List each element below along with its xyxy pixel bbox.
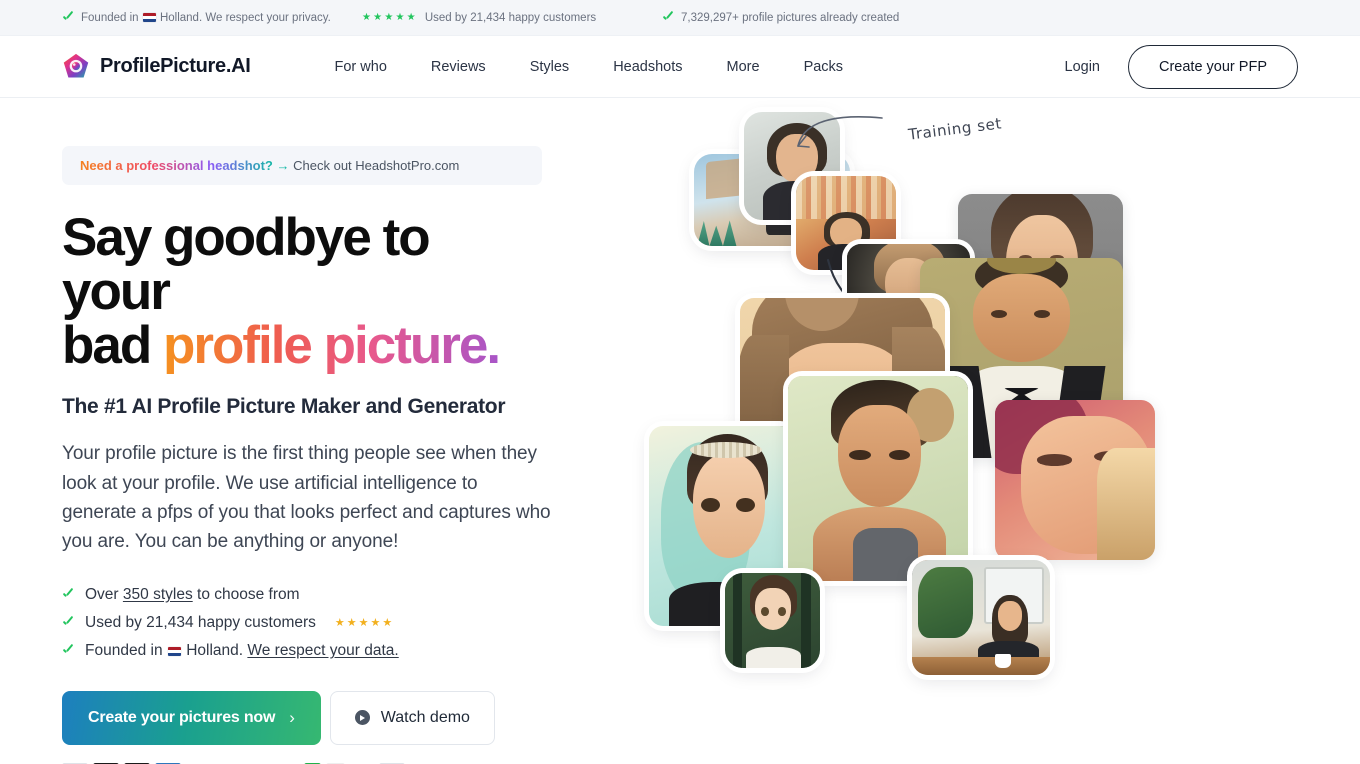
topbar-rating-text: Used by 21,434 happy customers <box>424 11 597 24</box>
check-icon <box>662 12 674 24</box>
topbar-founded-text: Founded in Holland. We respect your priv… <box>81 11 331 24</box>
generated-portrait-green <box>788 376 968 581</box>
headline-line-2-gradient: profile picture. <box>162 316 501 376</box>
topbar-item-count: 7,329,297+ profile pictures already crea… <box>662 12 992 24</box>
training-set-annotation: Training set <box>907 114 1003 144</box>
camera-pentagon-logo-icon <box>62 53 90 81</box>
hero-section: Need a professional headshot? → Check ou… <box>0 98 1360 764</box>
nav-item-packs[interactable]: Packs <box>782 51 866 83</box>
styles-link[interactable]: 350 styles <box>123 586 193 603</box>
hero-copy-column: Need a professional headshot? → Check ou… <box>0 98 640 764</box>
nav-item-headshots[interactable]: Headshots <box>591 51 704 83</box>
feature-styles-text: Over 350 styles to choose from <box>85 585 300 603</box>
nav-item-reviews[interactable]: Reviews <box>409 51 508 83</box>
headline-line-2-plain: bad <box>62 316 163 376</box>
main-nav: For who Reviews Styles Headshots More Pa… <box>313 51 866 83</box>
header-actions: Login Create your PFP <box>1053 44 1298 89</box>
privacy-link[interactable]: We respect your data. <box>247 642 398 659</box>
nav-item-more[interactable]: More <box>705 51 782 83</box>
topbar-item-founded: Founded in Holland. We respect your priv… <box>62 12 362 24</box>
chevron-right-icon: › <box>289 707 295 727</box>
promo-arrow-icon: → <box>276 158 290 173</box>
brand-name: ProfilePicture.AI <box>100 55 251 77</box>
hero-paragraph: Your profile picture is the first thing … <box>62 443 551 553</box>
watch-demo-button[interactable]: Watch demo <box>329 690 495 745</box>
curved-arrow-icon <box>797 116 883 148</box>
create-pictures-button[interactable]: Create your pictures now › <box>62 690 321 745</box>
stars-icon: ★★★★★ <box>334 617 395 630</box>
top-announcement-bar: Founded in Holland. We respect your priv… <box>0 0 1360 36</box>
nl-flag-icon <box>167 646 181 656</box>
topbar-count-text: 7,329,297+ profile pictures already crea… <box>681 11 900 24</box>
logo-svg <box>63 53 89 77</box>
portrait-collage: Training set <box>640 98 1360 764</box>
hero-feature-list: Over 350 styles to choose from Used by 2… <box>62 581 640 665</box>
nav-item-styles[interactable]: Styles <box>508 51 592 83</box>
check-icon <box>62 589 74 601</box>
create-pfp-button[interactable]: Create your PFP <box>1128 44 1298 89</box>
check-icon <box>62 12 74 24</box>
page-title: Say goodbye to your bad profile picture. <box>62 208 502 376</box>
headline-line-1: Say goodbye to your <box>62 208 431 322</box>
generated-portrait-cafe <box>912 560 1050 675</box>
hero-image-column: Training set <box>640 98 1360 764</box>
play-circle-icon <box>354 710 370 726</box>
promo-rest: Check out HeadshotPro.com <box>293 158 460 173</box>
nav-item-for-who[interactable]: For who <box>313 51 409 83</box>
generated-portrait-anime <box>725 573 820 668</box>
feature-founded-text: Founded in Holland. We respect your data… <box>85 641 399 659</box>
nl-flag-icon <box>142 12 156 22</box>
list-item: Founded in Holland. We respect your data… <box>62 637 640 665</box>
list-item: Used by 21,434 happy customers ★★★★★ <box>62 609 640 637</box>
check-icon <box>62 617 74 629</box>
feature-customers-text: Used by 21,434 happy customers <box>85 613 316 631</box>
site-header: ProfilePicture.AI For who Reviews Styles… <box>0 36 1360 98</box>
brand-logo-link[interactable]: ProfilePicture.AI <box>62 53 251 81</box>
hero-cta-row: Create your pictures now › Watch demo <box>62 690 640 745</box>
promo-highlight: Need a professional headshot? <box>80 158 273 173</box>
check-icon <box>62 645 74 657</box>
promo-banner[interactable]: Need a professional headshot? → Check ou… <box>62 146 542 185</box>
list-item: Over 350 styles to choose from <box>62 581 640 609</box>
topbar-item-rating: ★★★★★ Used by 21,434 happy customers <box>362 12 662 24</box>
generated-portrait-pink <box>995 400 1155 560</box>
stars-icon: ★★★★★ <box>362 12 418 23</box>
watch-demo-label: Watch demo <box>380 708 470 726</box>
create-pictures-label: Create your pictures now <box>88 708 276 726</box>
hero-subtitle: The #1 AI Profile Picture Maker and Gene… <box>62 395 506 419</box>
login-link[interactable]: Login <box>1053 51 1112 83</box>
